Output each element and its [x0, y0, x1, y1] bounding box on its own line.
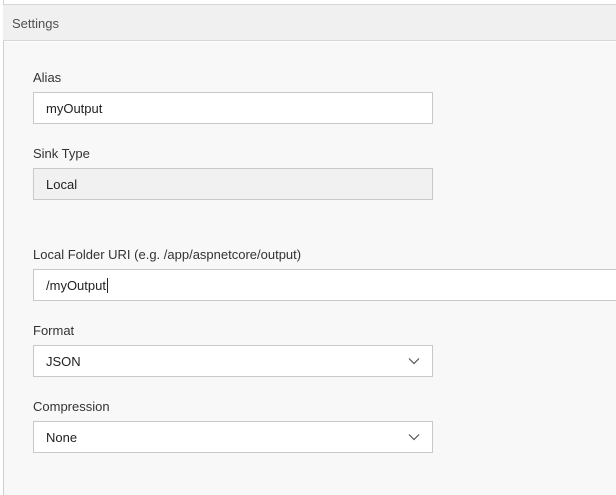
settings-header: Settings — [3, 4, 616, 41]
alias-value: myOutput — [46, 101, 103, 116]
alias-input[interactable]: myOutput — [33, 92, 433, 124]
compression-label: Compression — [33, 399, 110, 414]
settings-title: Settings — [12, 16, 59, 31]
sink-type-value: Local — [46, 177, 78, 192]
sink-type-field: Local — [33, 168, 433, 200]
local-folder-input[interactable]: /myOutput — [33, 269, 616, 301]
alias-label: Alias — [33, 70, 62, 85]
format-dropdown[interactable]: JSON — [33, 345, 433, 377]
compression-dropdown[interactable]: None — [33, 421, 433, 453]
local-folder-label: Local Folder URI (e.g. /app/aspnetcore/o… — [33, 247, 302, 262]
local-folder-value: /myOutput — [46, 278, 108, 293]
compression-selected-value: None — [46, 430, 78, 445]
chevron-down-icon[interactable] — [408, 431, 420, 443]
format-label: Format — [33, 323, 75, 338]
chevron-down-icon[interactable] — [408, 355, 420, 367]
format-selected-value: JSON — [46, 354, 81, 369]
text-cursor — [106, 278, 108, 293]
settings-window: Settings Alias myOutput Sink Type Local … — [0, 0, 616, 495]
sink-type-label: Sink Type — [33, 146, 90, 161]
